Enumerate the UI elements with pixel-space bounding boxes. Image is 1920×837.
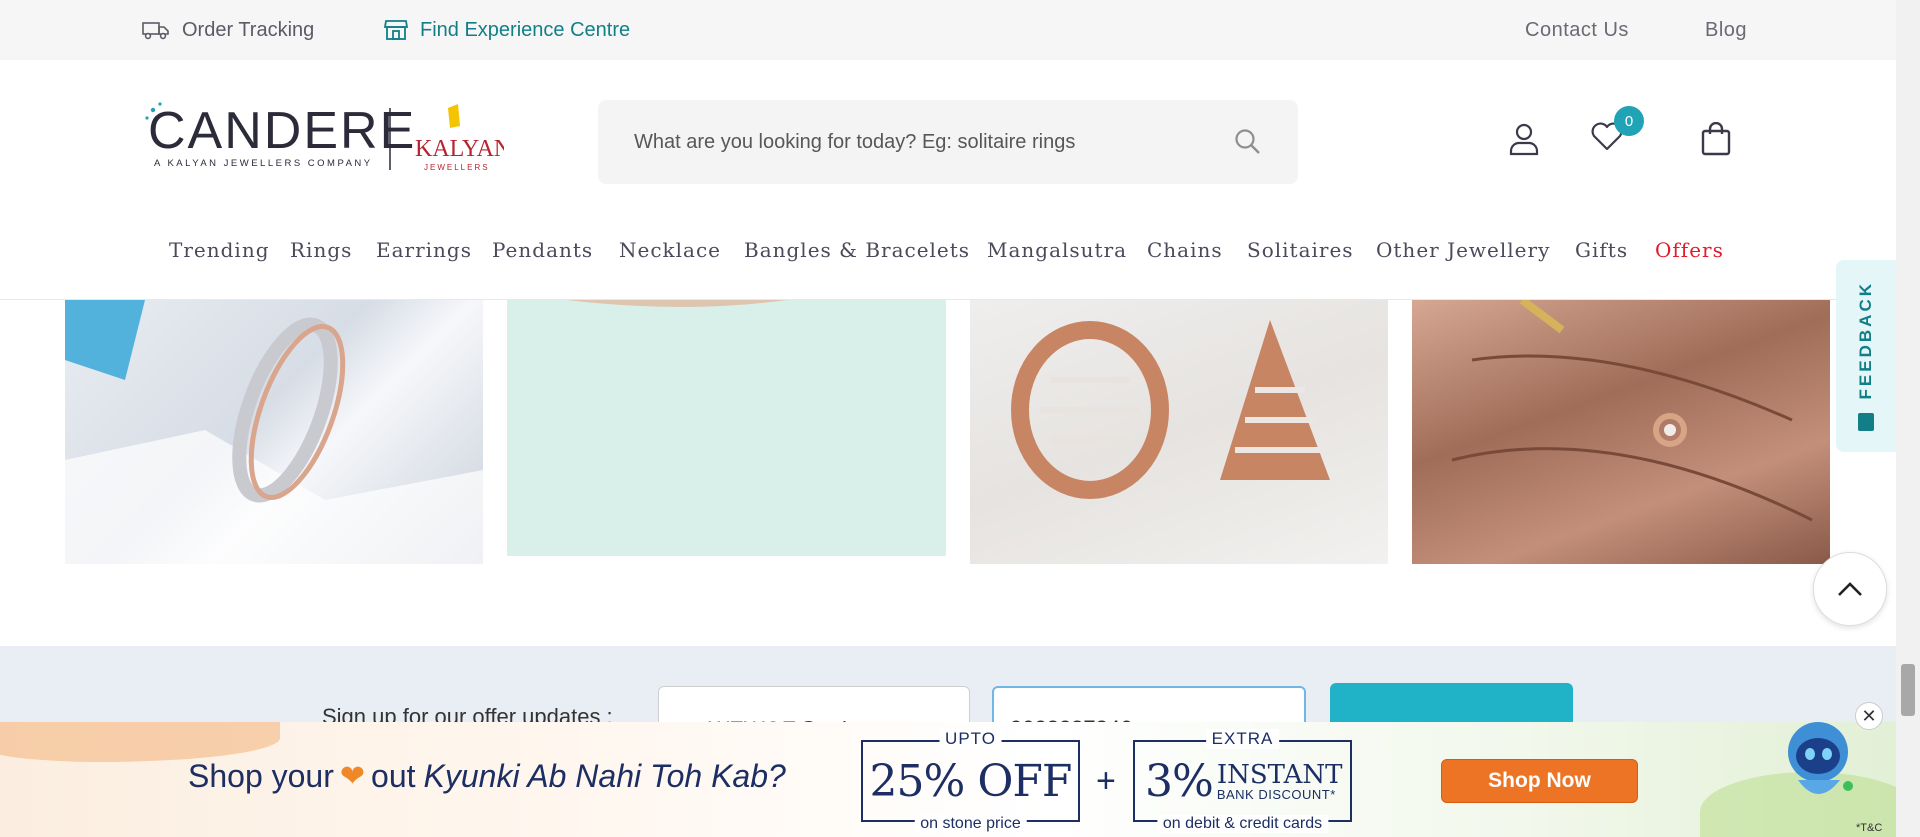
promo-title-start: Shop your [188,758,334,794]
order-tracking-label: Order Tracking [182,18,315,41]
chevron-up-icon [1838,582,1862,596]
search-icon[interactable] [1234,128,1262,156]
offer2-line1: INSTANT [1216,759,1343,790]
nav-item-necklace[interactable]: Necklace [619,238,721,262]
truck-icon [142,22,169,40]
offer2-top: EXTRA [1205,729,1280,749]
offer-stone-discount: UPTO 25% OFF on stone price [861,729,1080,833]
feedback-label: FEEDBACK [1856,280,1875,400]
shopping-bag-icon[interactable] [1701,122,1731,156]
shop-now-button[interactable]: Shop Now [1441,759,1638,803]
nav-item-other-jewellery[interactable]: Other Jewellery [1376,238,1550,262]
category-nav: Trending Rings Earrings Pendants Necklac… [0,238,1896,268]
logo-partner-text: KALYAN [415,136,504,162]
account-icon[interactable] [1508,122,1540,156]
utility-bar: Order Tracking Find Experience Centre Co… [0,0,1896,60]
candere-logo[interactable]: CANDERE A KALYAN JEWELLERS COMPANY KALYA… [144,100,511,180]
nav-item-solitaires[interactable]: Solitaires [1247,238,1354,262]
nav-item-trending[interactable]: Trending [169,238,270,262]
terms-note[interactable]: *T&C [1856,822,1882,834]
promo-title-mid: out [371,758,416,794]
offer2-side: INSTANT BANK DISCOUNT* [1217,762,1343,801]
product-image-mint[interactable] [507,300,946,556]
order-tracking-link[interactable]: Order Tracking [142,0,314,60]
feedback-tab[interactable]: FEEDBACK [1836,260,1896,452]
product-image-ring-on-fabric[interactable] [65,300,483,564]
offer-bank-discount: EXTRA 3% INSTANT BANK DISCOUNT* on debit… [1133,729,1352,833]
logo-tagline-text: A KALYAN JEWELLERS COMPANY [154,158,373,169]
nav-item-mangalsutra[interactable]: Mangalsutra [987,238,1127,262]
promo-title: Shop your ❤ out Kyunki Ab Nahi Toh Kab? [188,758,786,795]
offer2-bottom: on debit & credit cards [1156,815,1329,833]
search-input[interactable] [634,130,1194,154]
search-bar[interactable] [598,100,1298,184]
nav-item-bangles-bracelets[interactable]: Bangles & Bracelets [744,238,970,262]
offer2-value: 3% [1145,755,1214,807]
logo-brand-text: CANDERE [148,102,416,160]
page-scrollbar[interactable] [1896,0,1920,837]
feedback-icon [1858,413,1874,432]
nav-item-earrings[interactable]: Earrings [376,238,472,262]
blog-link[interactable]: Blog [1705,0,1747,60]
nav-item-gifts[interactable]: Gifts [1575,238,1628,262]
offer2-line2: BANK DISCOUNT* [1216,786,1336,802]
nav-item-rings[interactable]: Rings [290,238,352,262]
store-icon [384,20,408,40]
offer1-top: UPTO [939,729,1002,749]
logo-partner-sub-text: JEWELLERS [424,163,490,172]
offer1-value: 25% OFF [869,755,1073,807]
offer1-bottom: on stone price [914,815,1027,833]
decorative-splash-left [0,722,280,762]
promo-tagline: Kyunki Ab Nahi Toh Kab? [423,758,786,794]
heart-icon: ❤ [339,760,366,793]
nav-item-offers[interactable]: Offers [1655,238,1724,262]
plus-sign: + [1096,762,1116,800]
product-image-strip [0,300,1896,564]
promo-banner[interactable]: Shop your ❤ out Kyunki Ab Nahi Toh Kab? … [0,722,1896,837]
contact-us-link[interactable]: Contact Us [1525,0,1629,60]
nav-item-chains[interactable]: Chains [1147,238,1223,262]
chatbot-mascot-icon[interactable] [1772,712,1868,808]
scrollbar-thumb[interactable] [1901,664,1915,716]
nav-item-pendants[interactable]: Pendants [492,238,593,262]
find-experience-centre-link[interactable]: Find Experience Centre [384,0,630,60]
find-experience-label: Find Experience Centre [420,18,631,41]
product-image-rose-gold-earrings[interactable] [970,300,1388,564]
close-icon[interactable]: ✕ [1855,702,1883,730]
wishlist-count-badge: 0 [1614,106,1644,136]
product-image-ring-on-hand[interactable] [1412,300,1830,564]
scroll-to-top-button[interactable] [1813,552,1887,626]
